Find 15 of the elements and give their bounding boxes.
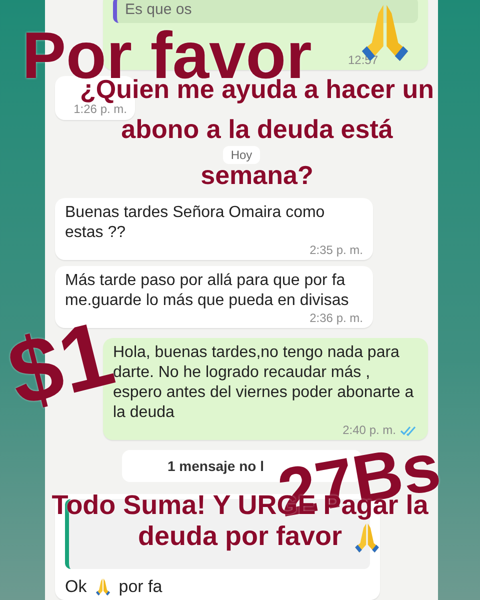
- caption-question: abono a la deuda está: [121, 116, 393, 143]
- quote-text: Es que os: [125, 1, 192, 18]
- date-label: Hoy: [222, 146, 260, 164]
- unread-text: 1 mensaje no l: [168, 458, 264, 474]
- message-time: 2:36 p. m.: [310, 311, 363, 325]
- message-time: 1:26 p. m.: [74, 102, 127, 116]
- message-time: 2:40 p. m.: [342, 423, 418, 437]
- caption-footer: deuda por favor: [138, 523, 342, 551]
- caption-question: semana?: [200, 162, 314, 189]
- message-text: Ok: [65, 577, 87, 597]
- message-text: Buenas tardes Señora Omaira como estas ??: [65, 203, 326, 243]
- read-ticks-icon: [400, 424, 418, 436]
- message-text: Más tarde paso por allá para que por fa me.guarde lo más que pueda en divisas: [65, 271, 350, 311]
- message-time: 2:35 p. m.: [310, 243, 363, 257]
- message-text: por fa: [118, 577, 162, 597]
